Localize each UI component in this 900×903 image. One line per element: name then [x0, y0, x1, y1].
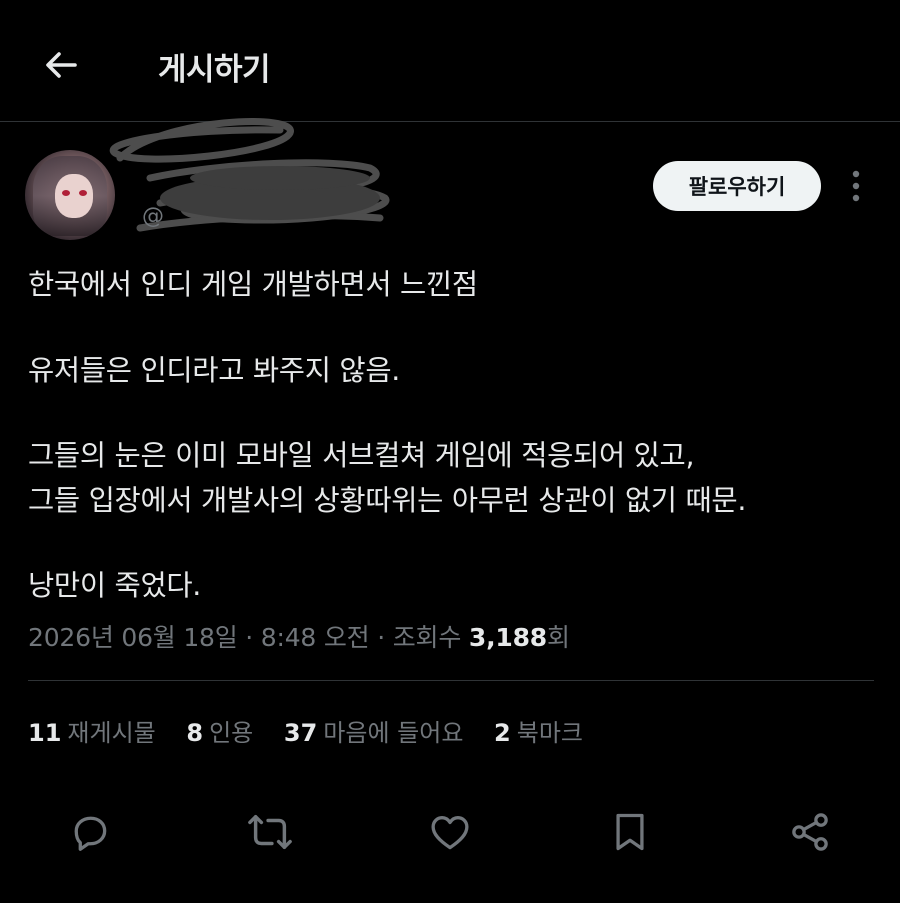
bookmarks-label: 북마크: [516, 719, 583, 747]
views-suffix: 회: [546, 623, 570, 652]
repost-button[interactable]: [246, 808, 294, 856]
post-text-line: 유저들은 인디라고 봐주지 않음.: [28, 354, 400, 387]
follow-button[interactable]: 팔로우하기: [653, 161, 821, 211]
post-metadata: 2026년 06월 18일 · 8:48 오전 · 조회수 3,188회: [28, 618, 570, 654]
like-button[interactable]: [426, 808, 474, 856]
quotes-count: 8: [186, 719, 204, 747]
header-bar: 게시하기: [0, 0, 900, 122]
more-vertical-icon: [852, 170, 860, 202]
reposts-label: 재게시물: [67, 719, 156, 747]
post-date[interactable]: 2026년 06월 18일: [28, 623, 238, 652]
reply-icon: [74, 816, 107, 851]
reply-button[interactable]: [66, 808, 114, 856]
repost-icon: [248, 814, 292, 850]
divider: [28, 680, 874, 681]
bookmark-icon: [616, 813, 644, 851]
bookmarks-stat[interactable]: 2 북마크: [494, 713, 583, 748]
action-bar: [0, 800, 900, 860]
views-count: 3,188: [468, 623, 547, 652]
likes-stat[interactable]: 37 마음에 들어요: [284, 713, 464, 748]
separator-dot: ·: [377, 623, 385, 652]
likes-count: 37: [283, 719, 318, 747]
more-button[interactable]: [838, 166, 874, 206]
engagement-stats: 11 재게시물 8 인용 37 마음에 들어요 2 북마크: [28, 713, 606, 748]
redacted-name-scribble: @: [109, 118, 390, 232]
handle-prefix: @: [142, 204, 164, 229]
likes-label: 마음에 들어요: [323, 719, 464, 747]
reposts-stat[interactable]: 11 재게시물: [28, 713, 156, 748]
arrow-left-icon: [46, 52, 77, 78]
post-text-line: 한국에서 인디 게임 개발하면서 느낀점: [28, 268, 478, 301]
like-icon: [431, 816, 469, 850]
post-text-line: 그들 입장에서 개발사의 상황따위는 아무런 상관이 없기 때문.: [28, 484, 747, 517]
quotes-label: 인용: [209, 719, 254, 747]
share-icon: [792, 813, 828, 851]
post-time: 8:48 오전: [260, 623, 370, 652]
share-button[interactable]: [786, 808, 834, 856]
views-label: 조회수: [392, 623, 462, 652]
separator-dot: ·: [245, 623, 254, 652]
back-button[interactable]: [36, 40, 86, 90]
reposts-count: 11: [28, 719, 62, 747]
bookmarks-count: 2: [494, 719, 511, 747]
quotes-stat[interactable]: 8 인용: [186, 713, 253, 748]
post-text-line: 낭만이 죽었다.: [28, 569, 202, 602]
bookmark-button[interactable]: [606, 808, 654, 856]
page-title: 게시하기: [158, 52, 271, 88]
post-text-line: 그들의 눈은 이미 모바일 서브컬쳐 게임에 적응되어 있고,: [28, 439, 695, 472]
